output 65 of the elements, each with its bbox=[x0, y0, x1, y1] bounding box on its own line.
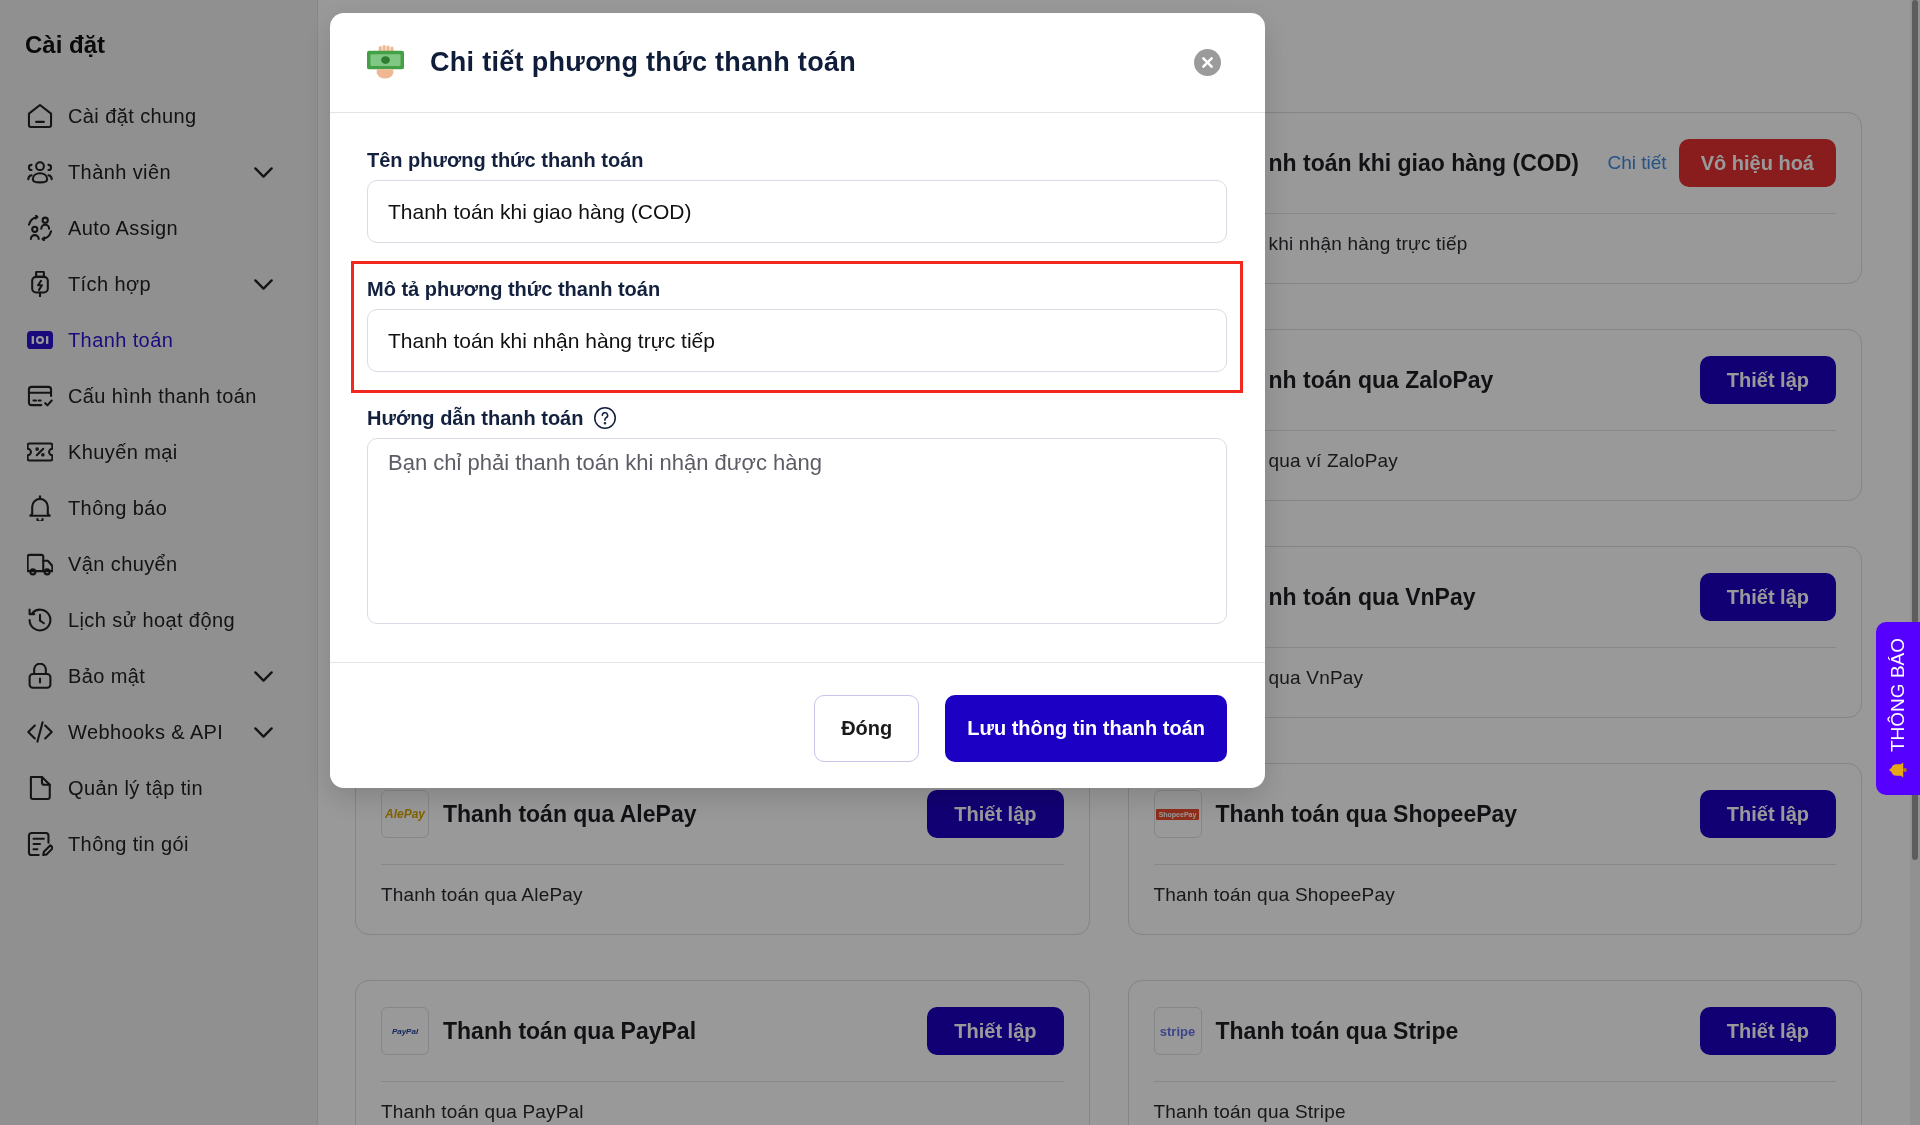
payment-method-title: nh toán khi giao hàng (COD) bbox=[1268, 149, 1579, 177]
sidebar-item[interactable]: Thành viên bbox=[14, 144, 303, 200]
sidebar-item[interactable]: Thông báo bbox=[14, 480, 303, 536]
field-label: Hướng dẫn thanh toán bbox=[367, 406, 584, 430]
note-edit-icon bbox=[27, 831, 53, 857]
notification-tab[interactable]: THÔNG BÁO bbox=[1876, 622, 1920, 795]
sidebar-item[interactable]: Tích hợp bbox=[14, 256, 303, 312]
modal-title: Chi tiết phương thức thanh toán bbox=[430, 47, 857, 78]
payment-method-description: qua ví ZaloPay bbox=[1268, 449, 1400, 472]
sidebar-item[interactable]: Bảo mật bbox=[14, 648, 303, 704]
history-icon bbox=[27, 607, 53, 633]
sidebar-item[interactable]: Thông tin gói bbox=[14, 816, 303, 872]
payment-logo: PayPal bbox=[381, 1007, 429, 1055]
close-icon bbox=[1194, 49, 1221, 76]
payment-method-title: Thanh toán qua PayPal bbox=[443, 1017, 697, 1045]
text-field[interactable]: Thanh toán khi nhận hàng trực tiếp bbox=[367, 309, 1227, 372]
people-arrows-icon bbox=[27, 215, 53, 241]
setup-button[interactable]: Thiết lập bbox=[1699, 573, 1836, 621]
sidebar-item[interactable]: Webhooks & API bbox=[14, 704, 303, 760]
sidebar-title: Cài đặt bbox=[25, 30, 105, 60]
setup-button[interactable]: Thiết lập bbox=[1699, 790, 1836, 838]
bell-icon bbox=[27, 495, 53, 521]
close-button[interactable] bbox=[1194, 49, 1221, 76]
instructions-field[interactable]: Bạn chỉ phải thanh toán khi nhận được hàng bbox=[367, 438, 1227, 624]
lock-icon bbox=[27, 663, 53, 689]
payment-method-description: Thanh toán qua Stripe bbox=[1153, 1100, 1347, 1123]
payment-logo: stripe bbox=[1153, 1007, 1202, 1055]
sidebar-item[interactable]: Thanh toán bbox=[14, 312, 303, 368]
payment-method-description: qua VnPay bbox=[1268, 666, 1365, 689]
sidebar-item[interactable]: Khuyến mại bbox=[14, 424, 303, 480]
setup-button[interactable]: Thiết lập bbox=[927, 1007, 1064, 1055]
file-icon bbox=[27, 775, 53, 801]
sidebar-item[interactable]: Vận chuyển bbox=[14, 536, 303, 592]
sidebar-item[interactable]: Cấu hình thanh toán bbox=[14, 368, 303, 424]
payment-method-title: Thanh toán qua AlePay bbox=[443, 800, 697, 828]
sidebar-item[interactable]: Lịch sử hoạt động bbox=[14, 592, 303, 648]
sidebar-item[interactable]: Quản lý tập tin bbox=[14, 760, 303, 816]
code-icon bbox=[27, 719, 53, 745]
payment-method-title: nh toán qua ZaloPay bbox=[1268, 366, 1494, 394]
payment-method-title: Thanh toán qua ShopeePay bbox=[1215, 800, 1518, 828]
payment-logo: AlePay bbox=[381, 790, 429, 838]
field-label: Tên phương thức thanh toán bbox=[367, 148, 644, 172]
setup-button[interactable]: Thiết lập bbox=[1699, 356, 1836, 404]
payment-method-title: nh toán qua VnPay bbox=[1268, 583, 1476, 611]
sidebar-item[interactable]: Cài đặt chung bbox=[14, 88, 303, 144]
payment-method-description: khi nhận hàng trực tiếp bbox=[1268, 232, 1469, 255]
cancel-button[interactable]: Đóng bbox=[814, 695, 920, 762]
save-button[interactable]: Lưu thông tin thanh toán bbox=[945, 695, 1227, 762]
bell-icon bbox=[1889, 761, 1907, 779]
disable-button[interactable]: Vô hiệu hoá bbox=[1678, 139, 1836, 187]
sidebar-item[interactable]: Auto Assign bbox=[14, 200, 303, 256]
text-field[interactable]: Thanh toán khi giao hàng (COD) bbox=[367, 180, 1227, 243]
payment-method-title: Thanh toán qua Stripe bbox=[1215, 1017, 1459, 1045]
users-icon bbox=[27, 159, 53, 185]
payment-method-description: Thanh toán qua AlePay bbox=[381, 883, 584, 906]
help-icon[interactable] bbox=[594, 407, 617, 429]
truck-icon bbox=[27, 551, 53, 577]
payment-method-description: Thanh toán qua ShopeePay bbox=[1153, 883, 1396, 906]
payment-method-description: Thanh toán qua PayPal bbox=[381, 1100, 585, 1123]
home-icon bbox=[27, 103, 53, 129]
field-label: Mô tả phương thức thanh toán bbox=[367, 277, 661, 301]
setup-button[interactable]: Thiết lập bbox=[1699, 1007, 1836, 1055]
card-check-icon bbox=[27, 383, 53, 409]
money-hand-icon bbox=[367, 44, 404, 81]
setup-button[interactable]: Thiết lập bbox=[927, 790, 1064, 838]
